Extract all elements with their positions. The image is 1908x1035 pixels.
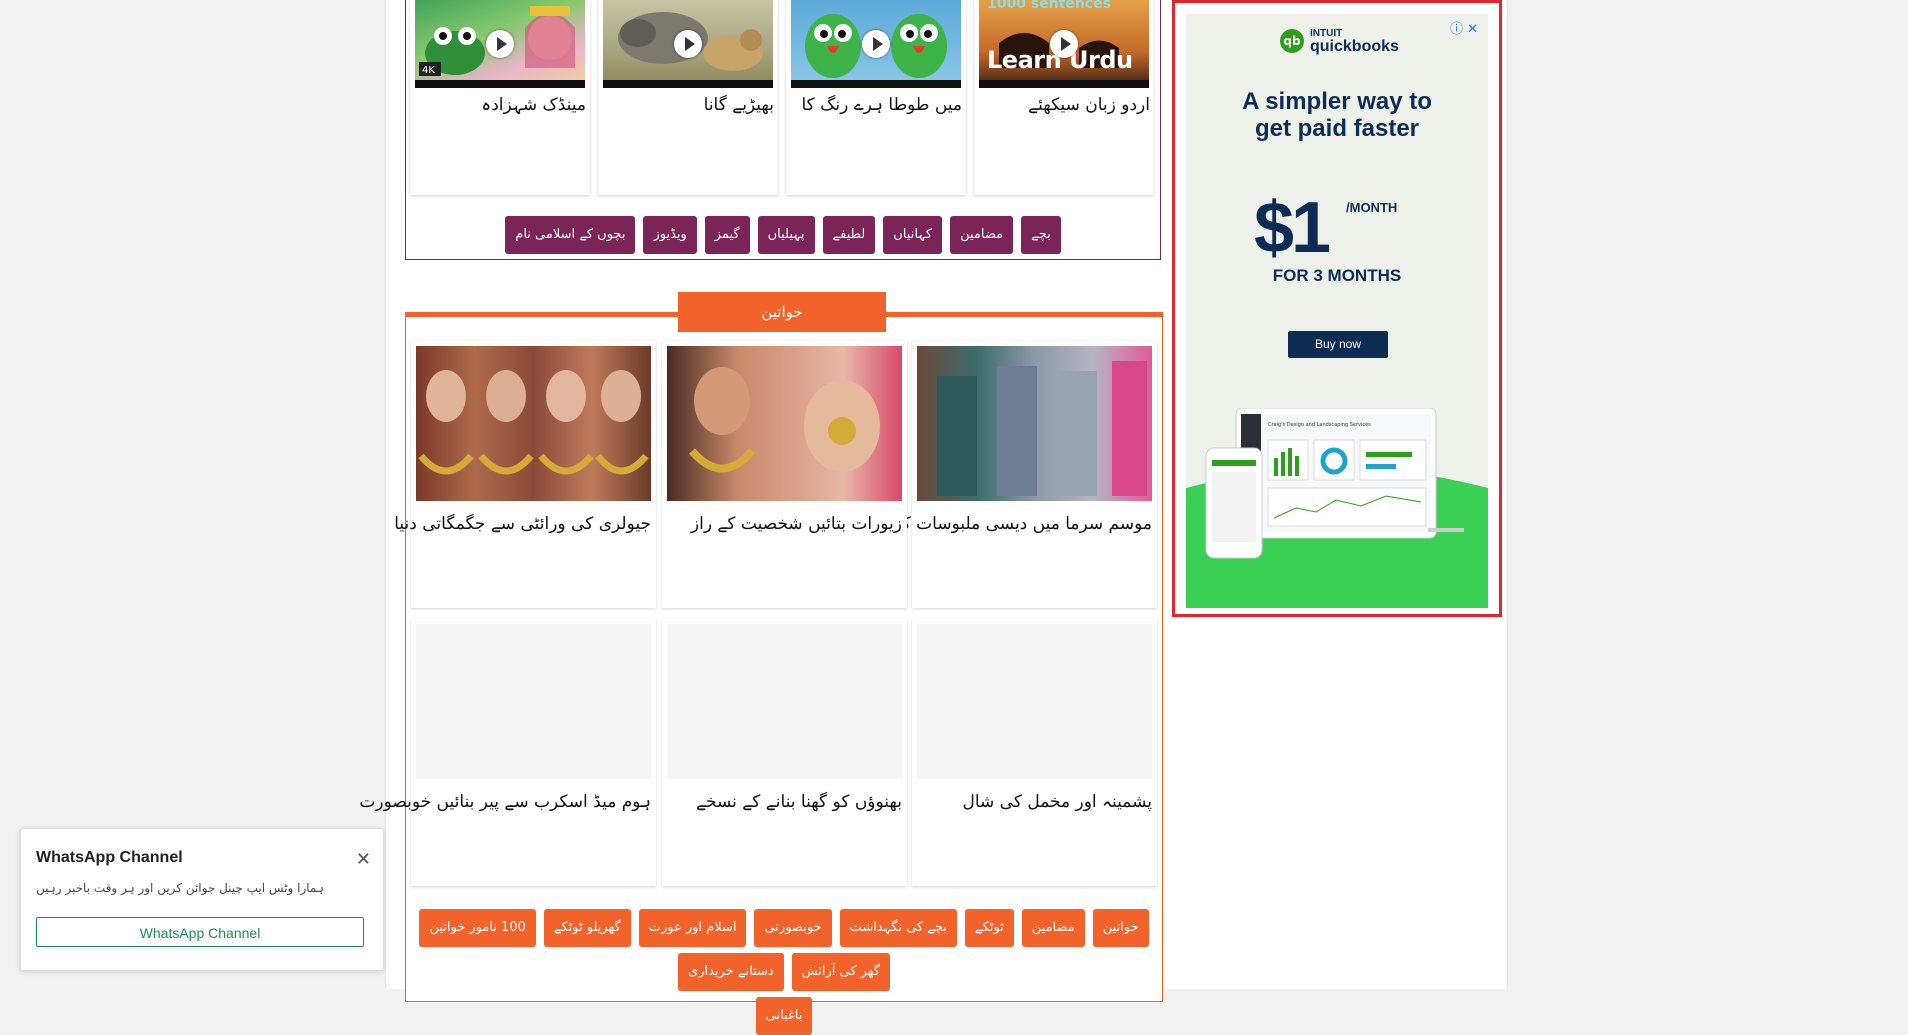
video-thumbnail[interactable]: 4K <box>415 0 585 88</box>
svg-text:4K: 4K <box>422 65 435 76</box>
article-card[interactable]: پشمینہ اور مخمل کی شال <box>912 619 1157 886</box>
advertisement[interactable]: ⓘ ✕ qb INTUIT quickbooks A simpler way t… <box>1172 0 1502 617</box>
whatsapp-channel-button[interactable]: WhatsApp Channel <box>36 917 364 947</box>
women-nav-link[interactable]: گھریلو ٹوٹکے <box>543 909 631 947</box>
video-card[interactable]: بھیڑیے گانا <box>598 0 778 195</box>
video-thumbnail[interactable] <box>603 0 773 88</box>
qb-logo-icon: qb <box>1280 29 1304 53</box>
kids-nav-link[interactable]: پہیلیاں <box>757 216 815 254</box>
section-heading[interactable]: خواتین <box>678 292 886 332</box>
ad-duration: FOR 3 MONTHS <box>1272 266 1402 285</box>
article-card[interactable]: ہوم میڈ اسکرب سے پیر بنائیں خوبصورت <box>359 619 656 886</box>
article-thumbnail-placeholder[interactable] <box>917 624 1152 779</box>
kids-video-section: 4K مینڈک شہزادہ بھیڑیے گانا میں طوطا ہرے… <box>405 0 1161 260</box>
whatsapp-channel-popup: WhatsApp Channel ✕ ہمارا وٹس ایپ چینل جو… <box>20 828 384 971</box>
video-thumbnail[interactable]: 1000 sentences Learn Urdu <box>979 0 1149 88</box>
play-icon[interactable] <box>674 30 702 58</box>
thumbnail-progress-bar <box>603 80 773 88</box>
women-nav-link[interactable]: مضامین <box>1021 909 1085 947</box>
kids-nav-link[interactable]: ویڈیوز <box>643 216 697 254</box>
ad-headline-line1: A simpler way to <box>1242 88 1432 115</box>
thumbnail-progress-bar <box>979 80 1149 88</box>
thumbnail-progress-bar <box>415 80 585 88</box>
quickbooks-app-illustration: Craig's Design and Landscaping Services <box>1186 408 1488 608</box>
ad-buy-now-button[interactable]: Buy now <box>1288 331 1388 358</box>
women-nav-link[interactable]: گھر کی آرائش <box>791 953 890 991</box>
kids-nav-link[interactable]: مضامین <box>950 216 1014 254</box>
play-icon[interactable] <box>486 30 514 58</box>
article-thumbnail-placeholder[interactable] <box>416 624 651 779</box>
thumbnail-overlay-text: 1000 sentences <box>987 0 1111 12</box>
quickbooks-ad-creative[interactable]: ⓘ ✕ qb INTUIT quickbooks A simpler way t… <box>1186 14 1488 608</box>
play-icon[interactable] <box>1050 30 1078 58</box>
article-card[interactable]: زیورات بتائیں شخصیت کے راز <box>662 341 907 608</box>
popup-message: ہمارا وٹس ایپ چینل جوائن کریں اور ہر وقت… <box>36 881 324 895</box>
article-thumbnail[interactable] <box>917 346 1152 501</box>
ad-price: $1 <box>1254 188 1331 268</box>
clothing-photo <box>937 361 1147 496</box>
popup-title: WhatsApp Channel <box>36 849 183 866</box>
kids-nav-link[interactable]: لطیفے <box>822 216 876 254</box>
close-icon[interactable]: ✕ <box>356 849 371 870</box>
video-thumbnail[interactable] <box>791 0 961 88</box>
play-icon[interactable] <box>862 30 890 58</box>
women-nav-link[interactable]: بچے کی نگہداشت <box>839 909 958 947</box>
thumbnail-progress-bar <box>791 80 961 88</box>
article-title[interactable]: زیورات بتائیں شخصیت کے راز <box>691 513 902 534</box>
brand-name-text: quickbooks <box>1310 38 1399 55</box>
women-nav-link[interactable]: اسلام اور عورت <box>638 909 747 947</box>
article-title[interactable]: پشمینہ اور مخمل کی شال <box>962 791 1152 812</box>
women-nav-link[interactable]: ٹوٹکے <box>965 909 1014 947</box>
article-title[interactable]: بھنوؤں کو گھنا بنانے کے نسخے <box>696 791 902 812</box>
app-title-text: Craig's Design and Landscaping Services <box>1268 422 1371 428</box>
kids-nav-link[interactable]: کہانیاں <box>883 216 943 254</box>
kids-nav-link[interactable]: بچے <box>1021 216 1061 254</box>
video-title[interactable]: اردو زبان سیکھئے <box>1028 94 1150 115</box>
video-card[interactable]: میں طوطا ہرے رنگ کا <box>786 0 966 195</box>
women-nav-link[interactable]: خواتین <box>1092 909 1149 947</box>
video-title[interactable]: مینڈک شہزادہ <box>481 94 586 115</box>
women-section: موسم سرما میں دیسی ملبوسات کے ٹرینڈز زیو… <box>359 312 1163 1035</box>
jewelry-photo <box>688 367 880 473</box>
ad-price-per: /MONTH <box>1346 200 1398 215</box>
ad-headline: A simpler way to get paid faster <box>1186 88 1488 142</box>
article-title[interactable]: جیولری کی ورائٹی سے جگمگاتی دنیا <box>394 513 651 534</box>
women-nav-link[interactable]: خوبصورتی <box>754 909 832 947</box>
women-nav-link[interactable]: 100 نامور خواتین <box>419 909 536 947</box>
video-card[interactable]: 1000 sentences Learn Urdu اردو زبان سیکھ… <box>974 0 1154 195</box>
video-title[interactable]: بھیڑیے گانا <box>704 94 774 115</box>
article-title[interactable]: ہوم میڈ اسکرب سے پیر بنائیں خوبصورت <box>359 791 651 812</box>
kids-nav-link[interactable]: گیمز <box>704 216 750 254</box>
article-card[interactable]: موسم سرما میں دیسی ملبوسات کے ٹرینڈز <box>846 341 1157 608</box>
article-thumbnail[interactable] <box>667 346 902 501</box>
article-thumbnail[interactable] <box>416 346 651 501</box>
women-category-nav: خواتین مضامین ٹوٹکے بچے کی نگہداشت خوبصو… <box>406 909 1162 1035</box>
article-card[interactable]: جیولری کی ورائٹی سے جگمگاتی دنیا <box>394 341 656 608</box>
video-title[interactable]: میں طوطا ہرے رنگ کا <box>801 94 962 115</box>
ad-headline-line2: get paid faster <box>1254 115 1420 142</box>
video-card[interactable]: 4K مینڈک شہزادہ <box>410 0 590 195</box>
article-thumbnail-placeholder[interactable] <box>667 624 902 779</box>
women-nav-link[interactable]: دستانے خریداری <box>678 953 784 991</box>
kids-nav-link[interactable]: بچوں کے اسلامی نام <box>505 216 636 254</box>
kids-category-nav: بچے مضامین کہانیاں لطیفے پہیلیاں گیمز وی… <box>406 216 1160 254</box>
women-nav-link[interactable]: باغبانی <box>755 997 813 1035</box>
article-card[interactable]: بھنوؤں کو گھنا بنانے کے نسخے <box>662 619 907 886</box>
ad-choices-icon[interactable]: ⓘ ✕ <box>1450 18 1478 37</box>
jewelry-collage-photo <box>418 370 649 475</box>
